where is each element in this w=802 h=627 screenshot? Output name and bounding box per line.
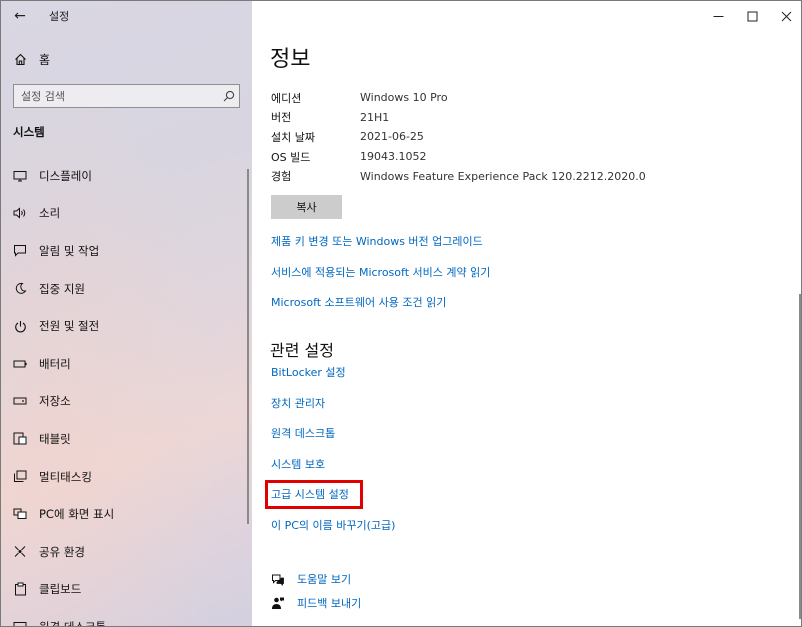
system-protection-link[interactable]: 시스템 보호: [271, 454, 395, 485]
minimize-icon: [713, 15, 723, 17]
spec-row-edition: 에디션 Windows 10 Pro: [271, 88, 646, 108]
settings-window: ← 설정 홈 시스템 디스플레이 소리: [0, 0, 802, 627]
sidebar-item-label: 저장소: [39, 394, 71, 409]
remote-desktop-link[interactable]: 원격 데스크톱: [271, 423, 395, 454]
sidebar-item-notifications[interactable]: 알림 및 작업: [1, 232, 252, 270]
sidebar-item-label: PC에 화면 표시: [39, 507, 115, 522]
copy-button[interactable]: 복사: [271, 195, 342, 219]
clipboard-icon: [12, 582, 28, 596]
spec-key: OS 빌드: [271, 150, 311, 164]
sidebar-item-display[interactable]: 디스플레이: [1, 157, 252, 195]
sound-icon: [12, 207, 28, 219]
sidebar-item-label: 원격 데스크톱: [39, 619, 107, 627]
maximize-button[interactable]: [735, 1, 769, 31]
sidebar-item-label: 클립보드: [39, 582, 82, 597]
help-icon: [271, 573, 285, 586]
service-agreement-link[interactable]: 서비스에 적용되는 Microsoft 서비스 계약 읽기: [271, 262, 490, 293]
minimize-button[interactable]: [701, 1, 735, 31]
related-settings-links: BitLocker 설정 장치 관리자 원격 데스크톱 시스템 보호 고급 시스…: [271, 362, 395, 545]
notification-icon: [12, 244, 28, 258]
shared-icon: [12, 545, 28, 558]
remote-desktop-icon: [12, 621, 28, 626]
spec-value: Windows Feature Experience Pack 120.2212…: [360, 169, 646, 183]
spec-key: 설치 날짜: [271, 130, 315, 144]
sidebar-item-label: 디스플레이: [39, 168, 92, 183]
app-title: 설정: [49, 10, 70, 23]
window-controls: [701, 1, 801, 31]
sidebar-item-power[interactable]: 전원 및 절전: [1, 307, 252, 345]
sidebar-item-project[interactable]: PC에 화면 표시: [1, 495, 252, 533]
spec-row-version: 버전 21H1: [271, 108, 646, 128]
page-title: 정보: [270, 47, 311, 72]
sidebar-nav: 디스플레이 소리 알림 및 작업 집중 지원 전원 및 절전 배터리 저장소 태…: [1, 157, 252, 627]
sidebar-item-remote-desktop[interactable]: 원격 데스크톱: [1, 608, 252, 627]
spec-key: 경험: [271, 170, 292, 184]
home-label: 홈: [39, 52, 51, 67]
project-icon: [12, 508, 28, 520]
display-icon: [12, 170, 28, 182]
sidebar-item-multitasking[interactable]: 멀티태스킹: [1, 458, 252, 496]
sidebar-item-label: 태블릿: [39, 431, 71, 446]
windows-spec-table: 에디션 Windows 10 Pro 버전 21H1 설치 날짜 2021-06…: [271, 88, 646, 186]
sidebar-item-label: 배터리: [39, 356, 71, 371]
sidebar-item-label: 알림 및 작업: [39, 243, 100, 258]
close-button[interactable]: [769, 1, 801, 31]
search-icon[interactable]: [219, 90, 239, 102]
sidebar-scrollbar[interactable]: [247, 169, 249, 524]
sidebar-item-label: 멀티태스킹: [39, 469, 92, 484]
home-icon: [13, 53, 27, 66]
sidebar-item-label: 집중 지원: [39, 281, 85, 296]
power-icon: [12, 320, 28, 333]
spec-value: 21H1: [360, 110, 390, 124]
maximize-icon: [747, 11, 757, 21]
give-feedback-item[interactable]: 피드백 보내기: [271, 591, 361, 615]
sidebar-item-sound[interactable]: 소리: [1, 195, 252, 233]
section-title: 시스템: [13, 125, 45, 139]
main-content: 정보 에디션 Windows 10 Pro 버전 21H1 설치 날짜 2021…: [252, 1, 801, 626]
license-terms-link[interactable]: Microsoft 소프트웨어 사용 조건 읽기: [271, 292, 490, 323]
sidebar-item-shared-experiences[interactable]: 공유 환경: [1, 533, 252, 571]
sidebar-item-battery[interactable]: 배터리: [1, 345, 252, 383]
spec-row-os-build: OS 빌드 19043.1052: [271, 147, 646, 167]
spec-key: 버전: [271, 111, 292, 125]
sidebar-item-clipboard[interactable]: 클립보드: [1, 571, 252, 609]
search-input[interactable]: [14, 85, 219, 107]
multitasking-icon: [12, 470, 28, 483]
about-links: 제품 키 변경 또는 Windows 버전 업그레이드 서비스에 적용되는 Mi…: [271, 231, 490, 323]
back-button[interactable]: ←: [1, 1, 39, 31]
give-feedback-link[interactable]: 피드백 보내기: [297, 595, 361, 611]
rename-pc-advanced-link[interactable]: 이 PC의 이름 바꾸기(고급): [271, 515, 395, 546]
close-icon: [781, 11, 791, 21]
bitlocker-settings-link[interactable]: BitLocker 설정: [271, 362, 395, 393]
spec-key: 에디션: [271, 91, 302, 105]
spec-row-experience: 경험 Windows Feature Experience Pack 120.2…: [271, 166, 646, 186]
get-help-item[interactable]: 도움말 보기: [271, 567, 361, 591]
tablet-icon: [12, 432, 28, 445]
spec-row-install-date: 설치 날짜 2021-06-25: [271, 127, 646, 147]
get-help-link[interactable]: 도움말 보기: [297, 571, 351, 587]
sidebar: ← 설정 홈 시스템 디스플레이 소리: [1, 1, 252, 627]
help-links: 도움말 보기 피드백 보내기: [271, 567, 361, 615]
home-nav-item[interactable]: 홈: [1, 45, 252, 73]
main-scrollbar[interactable]: [799, 294, 801, 619]
sidebar-item-label: 공유 환경: [39, 544, 85, 559]
sidebar-item-label: 소리: [39, 206, 61, 221]
battery-icon: [12, 359, 28, 369]
storage-icon: [12, 396, 28, 406]
title-bar: ← 설정: [1, 1, 252, 31]
sidebar-item-tablet[interactable]: 태블릿: [1, 420, 252, 458]
feedback-icon: [271, 596, 285, 610]
spec-value: Windows 10 Pro: [360, 91, 448, 105]
device-manager-link[interactable]: 장치 관리자: [271, 393, 395, 424]
advanced-system-settings-link[interactable]: 고급 시스템 설정: [271, 484, 395, 515]
moon-icon: [12, 282, 28, 295]
related-settings-title: 관련 설정: [270, 341, 334, 360]
spec-value: 2021-06-25: [360, 130, 424, 144]
spec-value: 19043.1052: [360, 150, 427, 164]
sidebar-item-label: 전원 및 절전: [39, 319, 100, 334]
search-box[interactable]: [13, 84, 240, 108]
sidebar-item-focus-assist[interactable]: 집중 지원: [1, 270, 252, 308]
change-product-key-link[interactable]: 제품 키 변경 또는 Windows 버전 업그레이드: [271, 231, 490, 262]
sidebar-item-storage[interactable]: 저장소: [1, 383, 252, 421]
